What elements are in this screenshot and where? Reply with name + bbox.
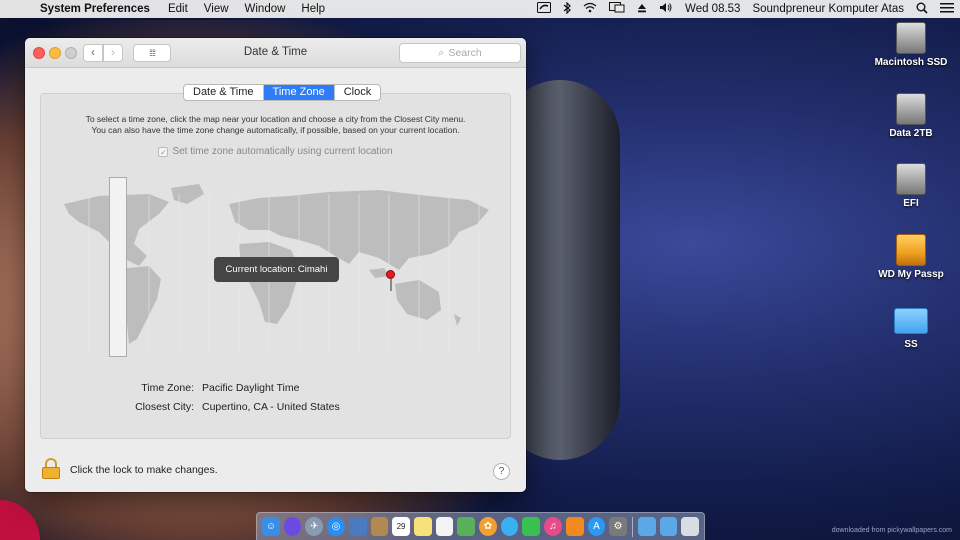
hard-drive-icon [896, 93, 926, 125]
folder-icon [894, 308, 928, 334]
forward-button[interactable]: › [103, 44, 123, 62]
spotlight-search-icon[interactable] [910, 2, 934, 17]
desktop-icon-label: WD My Passp [878, 269, 944, 280]
launchpad-icon[interactable]: ✈ [305, 517, 324, 536]
menu-view[interactable]: View [196, 3, 237, 15]
chevron-right-icon: › [111, 45, 115, 59]
safari-icon[interactable]: ◎ [327, 517, 345, 536]
search-icon: ⌕ [438, 46, 445, 59]
search-placeholder: Search [448, 47, 482, 59]
instructions-line-2: You can also have the time zone change a… [91, 125, 460, 135]
airplay-display-icon[interactable] [603, 1, 631, 17]
nvidia-icon[interactable] [531, 2, 557, 16]
ibooks-icon[interactable] [565, 517, 584, 536]
auto-timezone-checkbox[interactable]: ✓ [158, 146, 169, 157]
closest-city-label: Closest City: [135, 401, 194, 413]
menu-bar-status-area: Wed 08.53 Soundpreneur Komputer Atas [531, 1, 960, 17]
notification-center-icon[interactable] [934, 2, 960, 16]
external-drive-icon [896, 234, 926, 266]
selected-time-zone-band [109, 177, 127, 357]
hard-drive-icon [896, 22, 926, 54]
desktop-icon-label: Macintosh SSD [874, 57, 948, 68]
downloads-folder-icon[interactable] [659, 517, 678, 536]
minimize-button[interactable] [49, 47, 61, 59]
eject-icon[interactable] [631, 3, 653, 16]
photos-viewer-icon[interactable] [348, 517, 367, 536]
trash-icon[interactable] [681, 517, 699, 536]
reminders-icon[interactable] [435, 517, 454, 536]
zoom-button[interactable] [65, 47, 77, 59]
grid-icon: ⁞⁞⁞⁞ [148, 48, 156, 58]
menu-edit[interactable]: Edit [160, 3, 196, 15]
contacts-icon[interactable] [370, 517, 389, 536]
calendar-icon[interactable]: 29 [392, 517, 410, 536]
facetime-icon[interactable] [522, 517, 541, 536]
date-time-window: ‹ › ⁞⁞⁞⁞ Date & Time ⌕ Search Date & Tim… [25, 38, 526, 492]
auto-timezone-row[interactable]: ✓ Set time zone automatically using curr… [41, 146, 510, 157]
help-button[interactable]: ? [493, 463, 510, 480]
search-field[interactable]: ⌕ Search [399, 43, 521, 63]
desktop-icon-data-2tb[interactable]: Data 2TB [866, 93, 956, 139]
desktop-icon-wd-my-passport[interactable]: WD My Passp [866, 234, 956, 280]
tab-clock[interactable]: Clock [335, 85, 381, 100]
tab-date-time[interactable]: Date & Time [184, 85, 264, 100]
time-zone-panel: To select a time zone, click the map nea… [40, 93, 511, 439]
closest-city-value[interactable]: Cupertino, CA - United States [202, 401, 340, 413]
menu-bar: System Preferences Edit View Window Help… [0, 0, 960, 18]
show-all-button[interactable]: ⁞⁞⁞⁞ [133, 44, 171, 62]
app-store-icon[interactable]: A [587, 517, 606, 536]
menu-user-name[interactable]: Soundpreneur Komputer Atas [746, 3, 910, 15]
instructions-text: To select a time zone, click the map nea… [51, 114, 500, 136]
desktop-icon-label: EFI [903, 198, 919, 209]
hard-drive-icon [896, 163, 926, 195]
menu-window[interactable]: Window [237, 3, 294, 15]
location-pin-icon [386, 270, 398, 294]
desktop-icon-ss-folder[interactable]: SS [866, 304, 956, 350]
tab-bar: Date & Time Time Zone Clock [183, 84, 382, 101]
photos-icon[interactable]: ✿ [479, 517, 497, 536]
itunes-icon[interactable]: ♫ [544, 517, 562, 536]
desktop-icon-label: Data 2TB [889, 128, 933, 139]
lock-text: Click the lock to make changes. [70, 464, 218, 476]
desktop-icon-efi[interactable]: EFI [866, 163, 956, 209]
finder-icon[interactable]: ☺ [262, 517, 280, 536]
maps-icon[interactable] [457, 517, 476, 536]
desktop-icon-label: SS [904, 339, 918, 350]
time-zone-value: Pacific Daylight Time [202, 382, 300, 394]
back-button[interactable]: ‹ [83, 44, 103, 62]
auto-timezone-label: Set time zone automatically using curren… [172, 146, 393, 157]
dock-separator [631, 516, 633, 537]
siri-icon[interactable] [283, 517, 302, 536]
menu-help[interactable]: Help [293, 3, 333, 15]
wallpaper-credit: downloaded from pickywallpapers.com [831, 527, 952, 534]
applications-folder-icon[interactable] [637, 517, 656, 536]
close-button[interactable] [33, 47, 45, 59]
current-location-tooltip: Current location: Cimahi [214, 257, 339, 282]
volume-icon[interactable] [653, 2, 679, 16]
menu-app-name[interactable]: System Preferences [34, 3, 160, 15]
messages-icon[interactable] [500, 517, 519, 536]
window-titlebar[interactable]: ‹ › ⁞⁞⁞⁞ Date & Time ⌕ Search [25, 38, 526, 68]
bluetooth-icon[interactable] [557, 1, 577, 17]
chevron-left-icon: ‹ [91, 45, 95, 59]
dock: ☺ ✈ ◎ 29 ✿ ♫ A ⚙ [256, 512, 705, 540]
system-preferences-icon[interactable]: ⚙ [609, 517, 627, 536]
desktop-icon-macintosh-ssd[interactable]: Macintosh SSD [866, 22, 956, 68]
lock-icon[interactable] [42, 458, 60, 479]
menu-clock[interactable]: Wed 08.53 [679, 3, 746, 15]
wifi-icon[interactable] [577, 2, 603, 16]
notes-icon[interactable] [413, 517, 432, 536]
tab-time-zone[interactable]: Time Zone [263, 85, 335, 100]
instructions-line-1: To select a time zone, click the map nea… [85, 114, 466, 124]
time-zone-label: Time Zone: [141, 382, 194, 394]
